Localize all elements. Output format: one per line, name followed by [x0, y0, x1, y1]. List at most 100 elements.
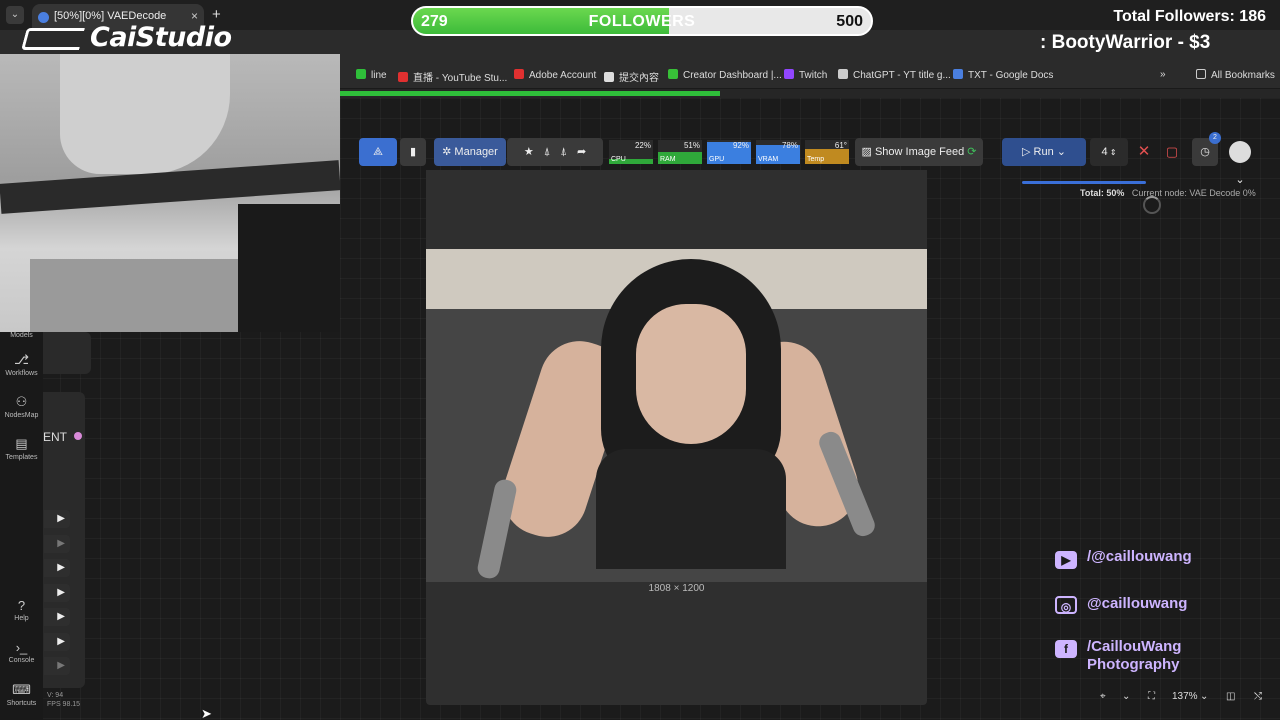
photo-body	[596, 449, 786, 569]
workflows-icon: ⎇	[14, 352, 29, 367]
youtube-icon	[398, 72, 408, 82]
sidebar-item-console[interactable]: ›_ Console	[0, 640, 43, 664]
queue-play-button[interactable]: ▶	[44, 535, 70, 553]
queue-play-button[interactable]: ▶	[44, 584, 70, 602]
stop-button[interactable]: ▢	[1160, 138, 1184, 166]
caistudio-logo-mark	[21, 28, 85, 50]
vram-monitor: 78% VRAM	[756, 140, 800, 164]
donation-ticker: : BootyWarrior - $3	[1040, 32, 1211, 53]
chatgpt-icon	[838, 69, 848, 79]
total-progress-bar	[1022, 181, 1146, 184]
comfy-favicon-icon	[38, 12, 49, 23]
bookmark-adobe[interactable]: Adobe Account	[514, 69, 596, 81]
tab-title: [50%][0%] VAEDecode	[54, 10, 167, 22]
share-icon[interactable]: ➦	[577, 146, 586, 158]
bookmark-twitch[interactable]: Twitch	[784, 69, 827, 81]
facebook-icon: f	[1055, 640, 1077, 658]
docs-icon	[953, 69, 963, 79]
bookmark-icon: ▮	[409, 146, 417, 158]
social-youtube: ▶/@caillouwang	[1055, 548, 1192, 569]
comfy-sidebar: Models ⎇ Workflows ⚇ NodesMap ▤ Templates ?…	[0, 332, 43, 720]
followers-label: FOLLOWERS	[588, 13, 696, 30]
canvas-controls: ⌖ ⌄ ⛶ 137% ⌄ ◫ ⤭	[1092, 686, 1274, 710]
bookmark-creator-dashboard[interactable]: Creator Dashboard |...	[668, 69, 782, 81]
webcam-shirt	[30, 259, 240, 332]
user-avatar-button[interactable]: ⌄	[1226, 138, 1254, 186]
social-facebook: f/CaillouWang Photography	[1055, 638, 1181, 674]
cancel-button[interactable]: ✕	[1132, 138, 1156, 166]
tab-search-icon[interactable]: ⌄	[6, 6, 24, 24]
temp-monitor: 61° Temp	[805, 140, 849, 164]
run-button[interactable]: ▷ Run ⌄	[1002, 138, 1086, 166]
queue-play-button[interactable]: ▶	[44, 657, 70, 675]
bookmark-chatgpt[interactable]: ChatGPT - YT title g...	[838, 69, 951, 81]
sidebar-item-nodesmap[interactable]: ⚇ NodesMap	[0, 394, 43, 419]
stepper-icon[interactable]: ⇕	[1108, 148, 1117, 157]
page-load-progress	[340, 91, 720, 96]
sidebar-item-templates[interactable]: ▤ Templates	[0, 436, 43, 461]
select-tool-icon[interactable]: ⌖	[1100, 691, 1106, 702]
total-followers: Total Followers: 186	[1113, 8, 1266, 25]
bookmark-button[interactable]: ▮	[400, 138, 426, 166]
zoom-level[interactable]: 137%	[1172, 691, 1198, 702]
manager-button[interactable]: ✲ Manager	[434, 138, 506, 166]
queue-play-button[interactable]: ▶	[44, 510, 70, 528]
fit-view-icon[interactable]: ⛶	[1148, 691, 1155, 702]
keyboard-icon: ⌨	[12, 682, 31, 697]
comfy-logo-icon: ⟁	[373, 146, 383, 158]
bookmark-youtube-studio[interactable]: 直播 - YouTube Stu...	[398, 69, 507, 84]
batch-count-input[interactable]: 4 ⇕	[1090, 138, 1128, 166]
chevron-down-icon[interactable]: ⌄	[1054, 146, 1066, 158]
clipspace-icon[interactable]: ⍋	[544, 146, 551, 158]
star-icon[interactable]: ★	[524, 146, 534, 158]
image-dimensions: 1808 × 1200	[648, 583, 705, 594]
node-fragment-top[interactable]	[43, 332, 91, 374]
comfy-logo-button[interactable]: ⟁	[359, 138, 397, 166]
sidebar-item-workflows[interactable]: ⎇ Workflows	[0, 352, 43, 377]
kick-icon	[668, 69, 678, 79]
close-icon: ✕	[1137, 143, 1151, 160]
youtube-icon: ▶	[1055, 551, 1077, 569]
avatar	[1229, 141, 1251, 164]
queue-play-button[interactable]: ▶	[44, 559, 70, 577]
show-image-feed-button[interactable]: ▨ Show Image Feed ⟳	[855, 138, 983, 166]
loading-spinner	[1143, 196, 1161, 214]
minimap-icon[interactable]: ◫	[1226, 691, 1235, 702]
queue-play-button[interactable]: ▶	[44, 633, 70, 651]
cpu-monitor: 22% CPU	[609, 140, 653, 164]
adobe-icon	[514, 69, 524, 79]
queue-badge: 2	[1209, 132, 1221, 144]
node-output-slot[interactable]	[74, 432, 82, 440]
chevron-down-icon[interactable]: ⌄	[1122, 691, 1130, 702]
new-tab-button[interactable]: +	[212, 6, 221, 23]
bookmark-google-docs[interactable]: TXT - Google Docs	[953, 69, 1053, 81]
console-icon: ›_	[15, 640, 28, 655]
followers-current: 279	[421, 13, 448, 30]
bookmark-line[interactable]: line	[356, 69, 387, 81]
mouse-cursor-icon: ➤	[201, 706, 212, 720]
help-icon: ?	[17, 598, 26, 613]
queue-play-button[interactable]: ▶	[44, 608, 70, 626]
sidebar-item-models[interactable]: Models	[0, 332, 43, 339]
nodesmap-icon: ⚇	[15, 394, 28, 409]
queue-history-button[interactable]: ◷ 2	[1192, 132, 1221, 166]
toolbar-icon-group: ★ ⍋ ⍋ ➦	[507, 138, 603, 166]
sidebar-item-shortcuts[interactable]: ⌨ Shortcuts	[0, 682, 43, 707]
folder-icon	[1196, 69, 1206, 79]
node-output-label: ENT	[43, 430, 67, 444]
progress-readout: Total: 50% Current node: VAE Decode 0%	[1080, 188, 1256, 198]
all-bookmarks[interactable]: All Bookmarks	[1196, 69, 1275, 81]
sidebar-item-help[interactable]: ? Help	[0, 598, 43, 622]
version-readout: V: 94 FPS 98.15	[47, 692, 81, 708]
bookmark-submit[interactable]: 提交內容	[604, 69, 659, 84]
chevron-down-icon: ⌄	[1235, 174, 1245, 186]
chevron-down-icon[interactable]: ⌄	[1200, 691, 1208, 702]
link-visibility-icon[interactable]: ⤭	[1254, 691, 1262, 702]
social-instagram: ◎ @caillouwang	[1055, 595, 1187, 614]
instagram-icon: ◎	[1055, 596, 1077, 614]
bookmarks-more-button[interactable]: »	[1160, 69, 1166, 80]
tab-close-icon[interactable]: ×	[191, 9, 198, 23]
generated-image[interactable]	[426, 249, 927, 582]
mask-icon[interactable]: ⍋	[560, 146, 567, 158]
image-icon: ▨	[861, 146, 875, 158]
